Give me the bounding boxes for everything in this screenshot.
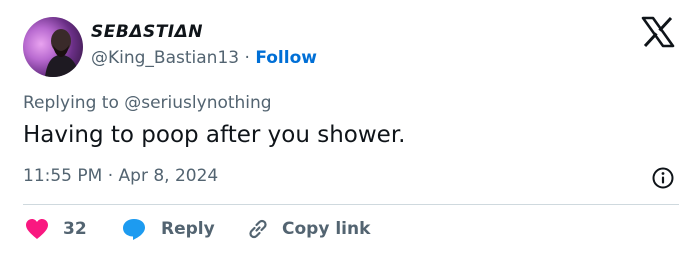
heart-icon [26,219,48,239]
like-button[interactable]: 32 [25,216,87,242]
tweet-text: Having to poop after you shower. [23,122,406,148]
handle-row: @King_Bastian13 · Follow [91,48,317,68]
reply-bubble-icon [123,219,145,240]
avatar[interactable] [23,17,83,77]
copy-link-label: Copy link [282,219,371,239]
timestamp[interactable]: 11:55 PM · Apr 8, 2024 [23,166,218,186]
display-name[interactable]: SEBΔSTIΔN [91,22,203,42]
follow-button[interactable]: Follow [255,48,317,68]
x-logo-icon[interactable] [640,16,676,48]
reply-label: Reply [161,219,215,239]
divider [23,204,679,205]
replying-to-text[interactable]: Replying to @seriuslynothing [23,93,272,113]
copy-link-button[interactable]: Copy link [246,216,370,242]
like-count: 32 [63,219,87,239]
user-handle[interactable]: @King_Bastian13 [91,48,239,68]
info-icon[interactable] [651,166,675,190]
link-icon [249,219,267,239]
avatar-image [45,29,79,77]
separator-dot: · [244,48,250,68]
reply-button[interactable]: Reply [121,216,215,242]
